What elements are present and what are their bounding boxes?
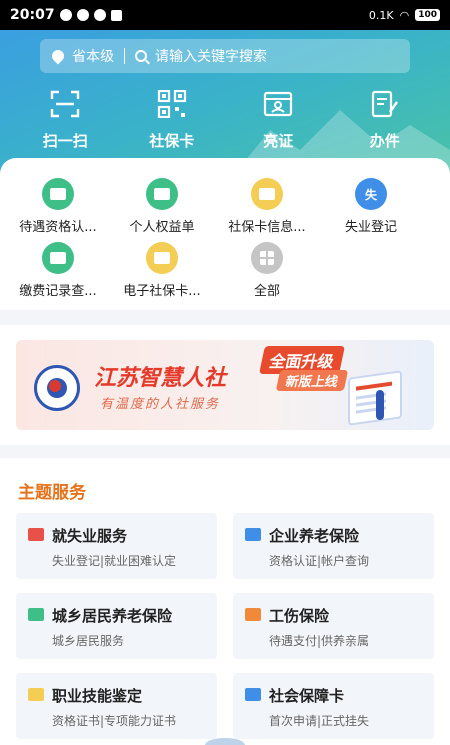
- theme-title: 企业养老保险: [269, 527, 360, 545]
- theme-resident-pension[interactable]: 城乡居民养老保险 城乡居民服务: [16, 593, 217, 659]
- service-card-info[interactable]: 社保卡信息...: [212, 178, 322, 235]
- tablet-illustration: [348, 370, 402, 426]
- search-icon: [135, 50, 147, 62]
- envelope-icon: [146, 178, 178, 210]
- network-speed: 0.1K: [368, 8, 394, 22]
- qrcode-icon: [157, 89, 186, 119]
- promo-banner[interactable]: 江苏智慧人社 有温度的人社服务 全面升级 新版上线: [16, 340, 434, 430]
- unemployment-icon: 失: [355, 178, 387, 210]
- theme-work-injury[interactable]: 工伤保险 待遇支付|供养亲属: [233, 593, 434, 659]
- theme-title: 就失业服务: [52, 527, 128, 545]
- bottom-float-handle[interactable]: [205, 738, 245, 745]
- service-label: 社保卡信息...: [228, 220, 306, 235]
- envelope-icon: [251, 178, 283, 210]
- quick-action-show-id[interactable]: 亮证: [233, 90, 323, 151]
- service-payment-records[interactable]: 缴费记录查...: [3, 242, 113, 299]
- service-all[interactable]: 全部: [212, 242, 322, 299]
- quick-action-affairs[interactable]: 办件: [340, 90, 430, 151]
- id-card-icon: [264, 91, 293, 117]
- service-label: 电子社保卡...: [123, 284, 201, 299]
- document-edit-icon: [371, 90, 398, 118]
- theme-employment[interactable]: 就失业服务 失业登记|就业困难认定: [16, 513, 217, 579]
- quick-action-label: 办件: [369, 132, 400, 150]
- theme-services: 主题服务 就失业服务 失业登记|就业困难认定 企业养老保险 资格认证|帐户查询 …: [0, 458, 450, 745]
- theme-title: 工伤保险: [269, 607, 330, 625]
- service-e-card[interactable]: 电子社保卡...: [107, 242, 217, 299]
- message-icon: [93, 9, 106, 21]
- grid-icon: [251, 242, 283, 274]
- banner-badge-launch: 新版上线: [275, 370, 349, 391]
- theme-social-security-card[interactable]: 社会保障卡 首次申请|正式挂失: [233, 673, 434, 739]
- notification-icon: [59, 9, 72, 21]
- theme-desc: 失业登记|就业困难认定: [52, 554, 177, 568]
- service-label: 待遇资格认...: [19, 220, 97, 235]
- wifi-icon: ◠: [399, 8, 410, 22]
- service-label: 个人权益单: [129, 220, 195, 235]
- quick-action-label: 扫一扫: [42, 132, 88, 150]
- android-icon: [76, 9, 89, 21]
- search-bar[interactable]: 省本级 请输入关键字搜索: [40, 39, 410, 73]
- person-illustration: [376, 390, 384, 420]
- quick-action-label: 亮证: [263, 132, 294, 150]
- banner-subtitle: 有温度的人社服务: [100, 397, 221, 412]
- person-icon: [245, 608, 261, 621]
- briefcase-icon: [28, 528, 44, 541]
- envelope-icon: [42, 178, 74, 210]
- search-divider: [124, 48, 125, 64]
- service-unemployment-register[interactable]: 失 失业登记: [316, 178, 426, 235]
- status-time: 20:07: [10, 7, 55, 23]
- battery-icon: 100: [415, 9, 440, 21]
- theme-enterprise-pension[interactable]: 企业养老保险 资格认证|帐户查询: [233, 513, 434, 579]
- theme-skill-appraisal[interactable]: 职业技能鉴定 资格证书|专项能力证书: [16, 673, 217, 739]
- banner-section: 江苏智慧人社 有温度的人社服务 全面升级 新版上线: [0, 325, 450, 445]
- envelope-icon: [42, 242, 74, 274]
- theme-desc: 待遇支付|供养亲属: [269, 634, 370, 648]
- certificate-icon: [28, 688, 44, 701]
- card-icon: [245, 688, 261, 701]
- image-icon: [110, 9, 122, 21]
- hrss-logo: [34, 365, 80, 411]
- theme-desc: 资格证书|专项能力证书: [52, 714, 177, 728]
- person-icon: [245, 528, 261, 541]
- section-title: 主题服务: [18, 483, 86, 503]
- location-pin-icon: [49, 47, 67, 65]
- person-icon: [28, 608, 44, 621]
- theme-desc: 城乡居民服务: [52, 634, 125, 648]
- scan-icon: [51, 90, 80, 118]
- quick-actions: 扫一扫 社保卡 亮证 办件: [0, 89, 450, 151]
- service-label: 失业登记: [344, 220, 397, 235]
- theme-desc: 首次申请|正式挂失: [269, 714, 370, 728]
- quick-action-label: 社保卡: [149, 132, 195, 150]
- search-input[interactable]: 请输入关键字搜索: [155, 46, 267, 66]
- envelope-icon: [146, 242, 178, 274]
- theme-desc: 资格认证|帐户查询: [269, 554, 370, 568]
- service-qualification-cert[interactable]: 待遇资格认...: [3, 178, 113, 235]
- service-personal-rights[interactable]: 个人权益单: [107, 178, 217, 235]
- quick-action-scan[interactable]: 扫一扫: [20, 90, 110, 151]
- theme-title: 城乡居民养老保险: [52, 607, 173, 625]
- status-bar: 20:07 0.1K ◠ 100: [0, 0, 450, 30]
- service-label: 缴费记录查...: [19, 284, 97, 299]
- location-selector[interactable]: 省本级: [72, 46, 114, 66]
- quick-action-social-card[interactable]: 社保卡: [127, 89, 217, 151]
- service-label: 全部: [253, 284, 280, 299]
- theme-title: 职业技能鉴定: [52, 687, 143, 705]
- services-grid: 待遇资格认... 个人权益单 社保卡信息... 失 失业登记 缴费记录查... …: [0, 158, 450, 310]
- theme-title: 社会保障卡: [269, 687, 345, 705]
- banner-title: 江苏智慧人社: [94, 366, 227, 391]
